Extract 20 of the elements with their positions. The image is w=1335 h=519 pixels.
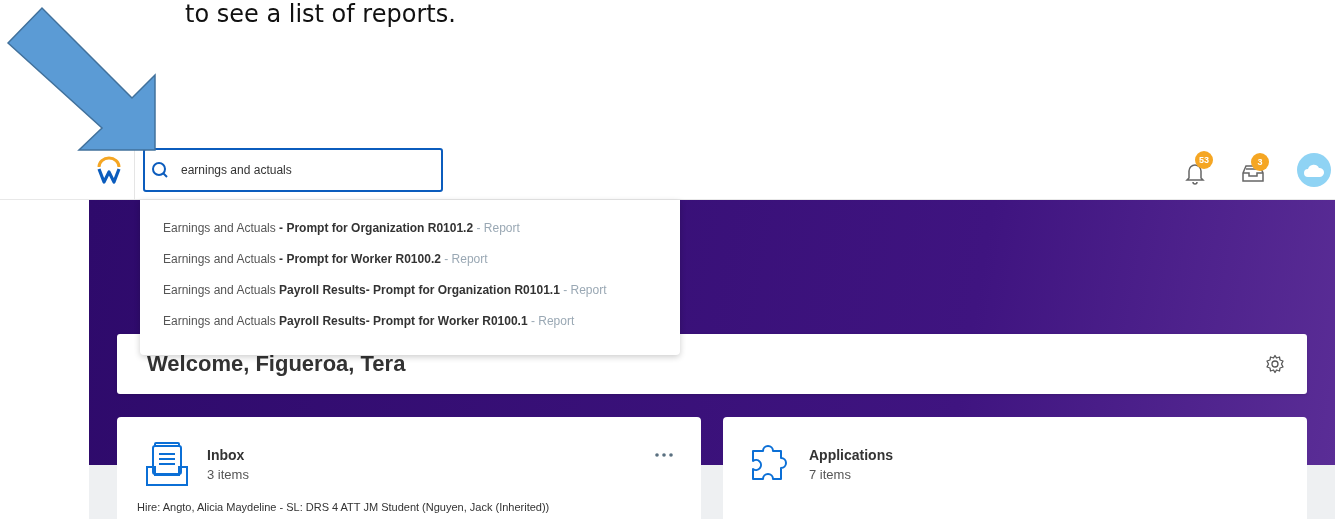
- inbox-item[interactable]: Hire: Angto, Alicia Maydeline - SL: DRS 4 ATT JM Student (Nguyen, Jack (Inherited)): [137, 501, 673, 513]
- suggestion-item[interactable]: Earnings and Actuals Payroll Results- Prompt for Worker R0100.1 - Report: [163, 313, 680, 330]
- logo-icon: [96, 155, 122, 184]
- suggestion-item[interactable]: Earnings and Actuals Payroll Results- Prompt for Organization R0101.1 - Report: [163, 282, 680, 299]
- card-title: Applications: [809, 447, 893, 463]
- instruction-text: to see a list of reports.: [185, 0, 456, 28]
- cloud-icon: [1303, 162, 1325, 177]
- item-count: 3 items: [207, 467, 249, 482]
- inbox-count: 3: [1251, 152, 1269, 171]
- inbox-icon: [145, 441, 189, 487]
- search-icon: [151, 160, 169, 179]
- settings-icon[interactable]: [1265, 354, 1285, 374]
- welcome-heading: Welcome, Figueroa, Tera: [147, 351, 406, 377]
- suggestion-item[interactable]: Earnings and Actuals - Prompt for Organization R0101.2 - Report: [163, 220, 680, 237]
- more-icon[interactable]: [655, 453, 673, 457]
- card-title: Inbox: [207, 447, 246, 463]
- notification-count: 53: [1195, 150, 1213, 169]
- suggestion-item[interactable]: Earnings and Actuals - Prompt for Worker R0100.2 - Report: [163, 251, 680, 268]
- search-field[interactable]: earnings and actuals: [143, 147, 443, 192]
- item-count: 7 items: [809, 467, 852, 482]
